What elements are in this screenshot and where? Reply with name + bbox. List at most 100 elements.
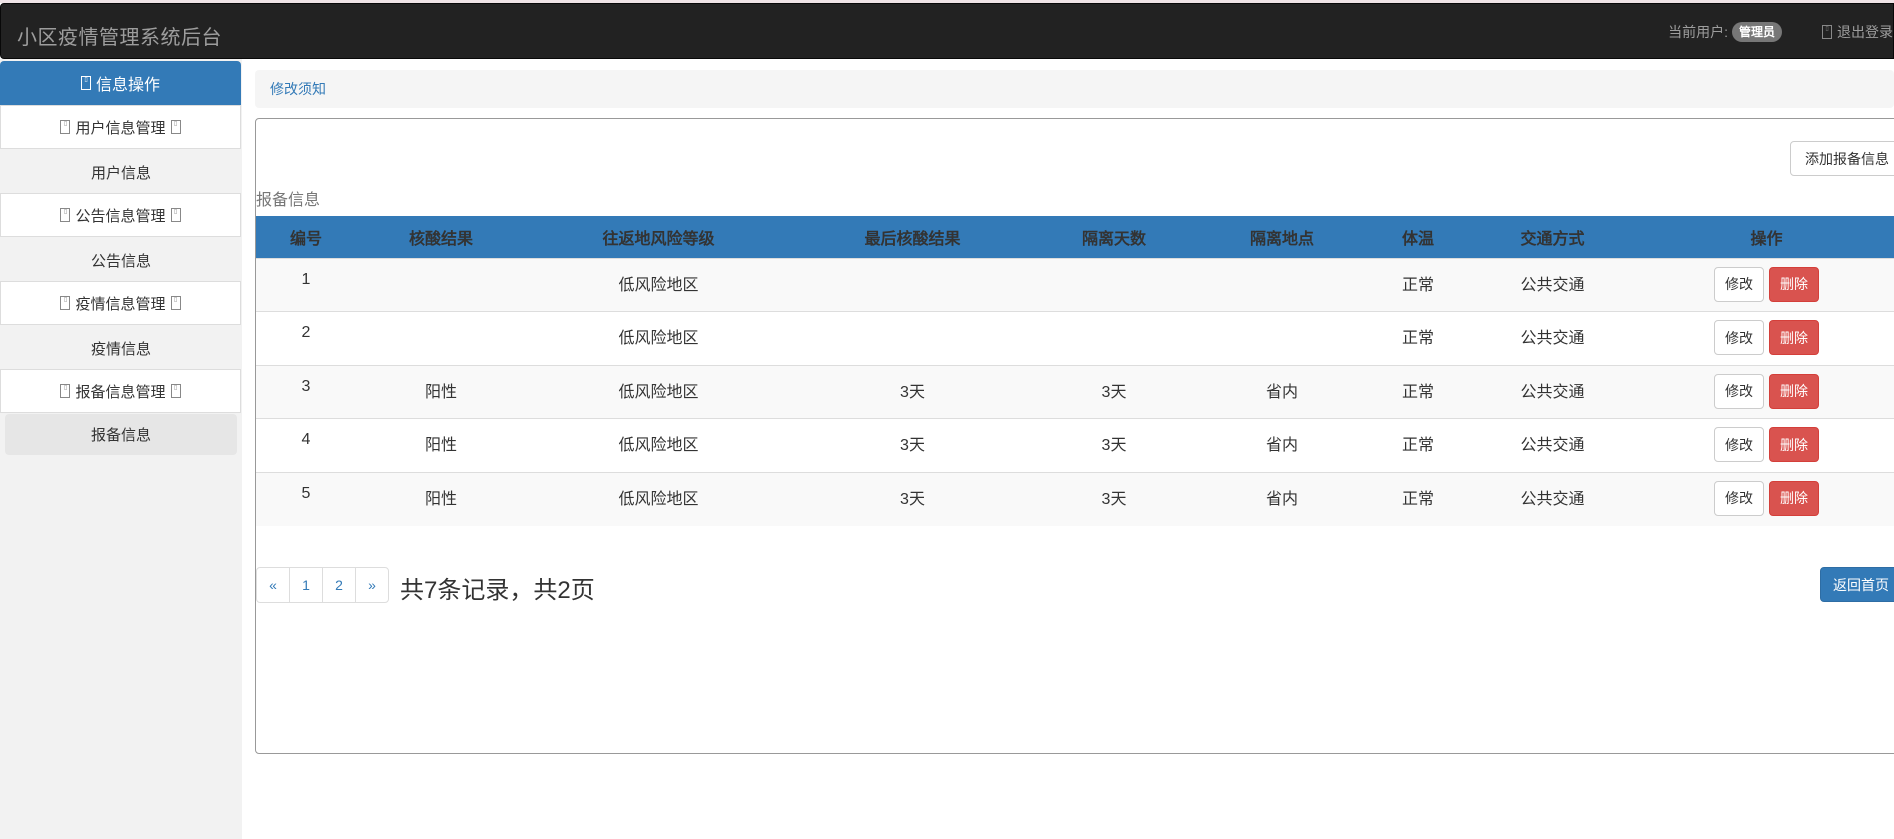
logout-link[interactable]: ▯ 退出登录 [1822, 22, 1893, 42]
cell-test-result [356, 257, 526, 312]
sidebar-item-epidemic[interactable]: 疫情信息 [5, 328, 237, 369]
row-actions: 修改 删除 [1639, 480, 1894, 516]
cell-id: 4 [256, 418, 356, 472]
edit-button[interactable]: 修改 [1714, 320, 1764, 355]
section-title: 报备信息 [256, 192, 321, 209]
row-actions: 修改 删除 [1639, 320, 1894, 355]
sidebar-group-label: 公告信息管理 [75, 207, 166, 225]
sidebar-group-label: 用户信息管理 [75, 119, 166, 137]
edit-button[interactable]: 修改 [1714, 266, 1764, 302]
cell-test-result: 阳性 [356, 418, 526, 472]
cell-quarantine-days [1034, 311, 1194, 365]
cell-id: 5 [256, 471, 356, 526]
delete-button[interactable]: 删除 [1769, 320, 1819, 355]
current-user: 当前用户: 管理员 [1668, 22, 1782, 42]
cell-transport: 公共交通 [1466, 418, 1639, 472]
edit-button[interactable]: 修改 [1714, 427, 1764, 462]
sidebar-item-notices[interactable]: 公告信息 [5, 240, 237, 281]
page-2[interactable]: 2 [322, 567, 356, 603]
list-icon: ▯ [60, 384, 71, 398]
cell-risk-level: 低风险地区 [526, 418, 791, 472]
sidebar: ▯ 信息操作 ▯ 用户信息管理 ▯ 用户信息 ▯ 公告信息管理 ▯ 公告信息 ▯… [0, 59, 242, 839]
col-header-transport: 交通方式 [1466, 216, 1639, 258]
delete-button[interactable]: 删除 [1769, 480, 1819, 516]
cell-id: 1 [256, 257, 356, 312]
top-navbar: 小区疫情管理系统后台 当前用户: 管理员 ▯ 退出登录 [0, 3, 1894, 59]
delete-button[interactable]: 删除 [1769, 266, 1819, 302]
table-row: 1 低风险地区 正常 公共交通 修改 删除 [256, 257, 1894, 312]
cell-risk-level: 低风险地区 [526, 471, 791, 526]
cell-quarantine-days: 3天 [1034, 418, 1194, 472]
sidebar-group-users[interactable]: ▯ 用户信息管理 ▯ [0, 105, 241, 149]
col-header-test-result: 核酸结果 [356, 216, 526, 258]
cell-temperature: 正常 [1370, 418, 1466, 472]
edit-button[interactable]: 修改 [1714, 373, 1764, 409]
breadcrumb: 修改须知 [255, 70, 1894, 108]
list-icon: ▯ [60, 208, 71, 222]
cell-id: 2 [256, 311, 356, 365]
cell-quarantine-place: 省内 [1194, 364, 1370, 419]
cell-last-test [791, 257, 1034, 312]
delete-button[interactable]: 删除 [1769, 427, 1819, 462]
chevron-icon: ▯ [170, 208, 181, 222]
table-row: 5 阳性 低风险地区 3天 3天 省内 正常 公共交通 修改 删除 [256, 471, 1894, 526]
cell-temperature: 正常 [1370, 311, 1466, 365]
cell-actions: 修改 删除 [1639, 418, 1894, 472]
cell-actions: 修改 删除 [1639, 257, 1894, 312]
sidebar-group-notices[interactable]: ▯ 公告信息管理 ▯ [0, 193, 241, 237]
app-brand[interactable]: 小区疫情管理系统后台 [17, 21, 222, 50]
cell-test-result: 阳性 [356, 471, 526, 526]
row-actions: 修改 删除 [1639, 427, 1894, 462]
table-row: 2 低风险地区 正常 公共交通 修改 删除 [256, 311, 1894, 365]
user-role-badge: 管理员 [1731, 22, 1782, 42]
records-summary: 共7条记录，共2页 [400, 577, 595, 604]
table-row: 4 阳性 低风险地区 3天 3天 省内 正常 公共交通 修改 删除 [256, 418, 1894, 472]
list-icon: ▯ [60, 296, 71, 310]
cell-last-test: 3天 [791, 364, 1034, 419]
delete-button[interactable]: 删除 [1769, 373, 1819, 409]
cell-last-test [791, 311, 1034, 365]
sidebar-group-epidemic[interactable]: ▯ 疫情信息管理 ▯ [0, 281, 241, 325]
cell-transport: 公共交通 [1466, 364, 1639, 419]
cell-actions: 修改 删除 [1639, 311, 1894, 365]
cell-quarantine-days: 3天 [1034, 471, 1194, 526]
sidebar-group-reports[interactable]: ▯ 报备信息管理 ▯ [0, 369, 241, 413]
col-header-last-test: 最后核酸结果 [791, 216, 1034, 258]
current-user-label: 当前用户: [1668, 24, 1728, 40]
cell-last-test: 3天 [791, 418, 1034, 472]
chevron-icon: ▯ [170, 384, 181, 398]
pagination: « 1 2 » [256, 567, 389, 603]
col-header-quarantine-days: 隔离天数 [1034, 216, 1194, 258]
sidebar-item-users[interactable]: 用户信息 [5, 152, 237, 193]
cell-temperature: 正常 [1370, 364, 1466, 419]
cell-transport: 公共交通 [1466, 257, 1639, 312]
col-header-id: 编号 [256, 216, 356, 258]
sidebar-group-label: 疫情信息管理 [75, 295, 166, 313]
cell-actions: 修改 删除 [1639, 471, 1894, 526]
cell-quarantine-place [1194, 257, 1370, 312]
chevron-icon: ▯ [170, 296, 181, 310]
table-header-row: 编号 核酸结果 往返地风险等级 最后核酸结果 隔离天数 隔离地点 体温 交通方式… [256, 216, 1894, 258]
back-home-button[interactable]: 返回首页 [1820, 567, 1894, 602]
page-next[interactable]: » [355, 567, 389, 603]
cell-id: 3 [256, 364, 356, 419]
page-prev[interactable]: « [256, 567, 290, 603]
cell-quarantine-place: 省内 [1194, 418, 1370, 472]
logout-label: 退出登录 [1837, 24, 1893, 40]
cell-risk-level: 低风险地区 [526, 257, 791, 312]
row-actions: 修改 删除 [1639, 266, 1894, 302]
page-1[interactable]: 1 [289, 567, 323, 603]
cell-risk-level: 低风险地区 [526, 311, 791, 365]
cell-test-result [356, 311, 526, 365]
navbar-right: 当前用户: 管理员 ▯ 退出登录 [1668, 4, 1893, 60]
cell-test-result: 阳性 [356, 364, 526, 419]
breadcrumb-link[interactable]: 修改须知 [270, 79, 326, 99]
row-actions: 修改 删除 [1639, 373, 1894, 409]
cell-temperature: 正常 [1370, 471, 1466, 526]
cell-quarantine-place [1194, 311, 1370, 365]
edit-button[interactable]: 修改 [1714, 480, 1764, 516]
cell-quarantine-place: 省内 [1194, 471, 1370, 526]
add-report-button[interactable]: 添加报备信息 [1790, 141, 1894, 176]
sidebar-item-reports[interactable]: 报备信息 [5, 414, 237, 455]
sidebar-title: 信息操作 [95, 77, 160, 94]
